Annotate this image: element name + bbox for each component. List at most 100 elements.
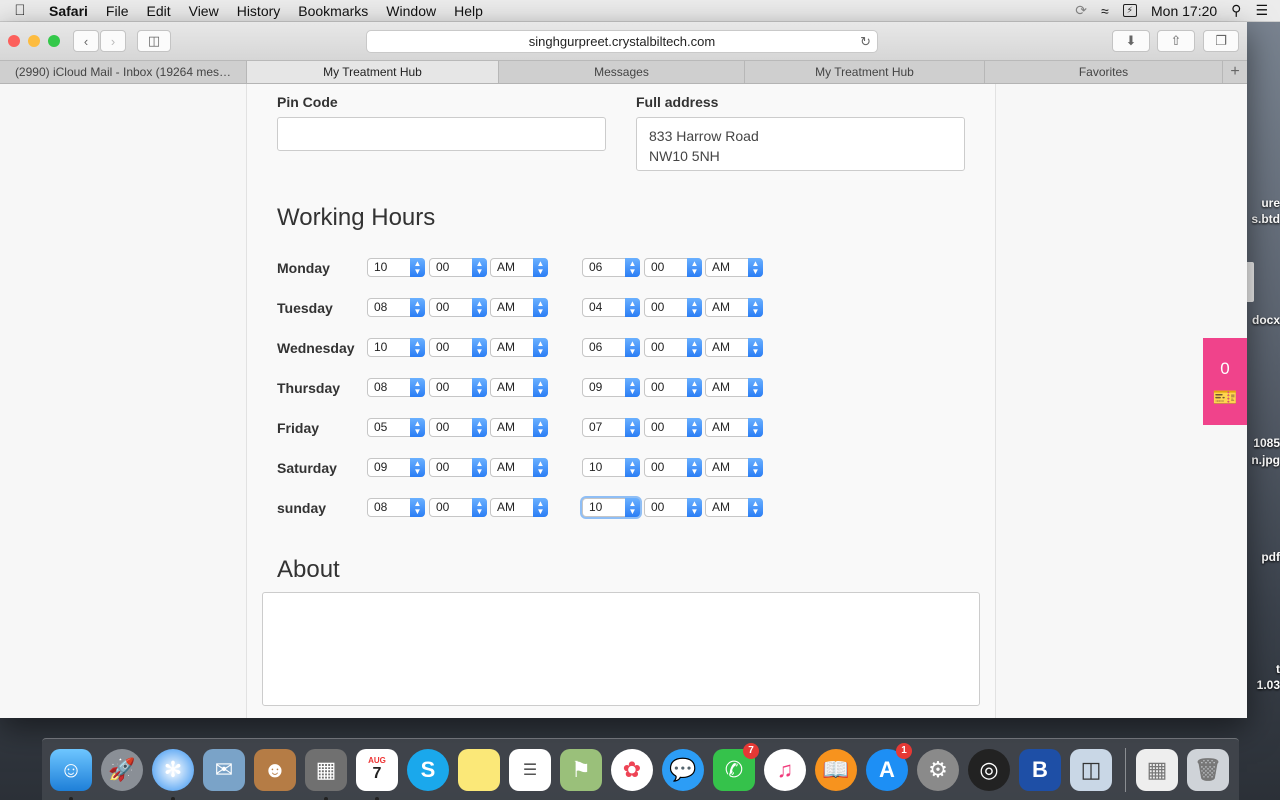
menu-window[interactable]: Window [377, 0, 445, 22]
desktop-file-label[interactable]: s.btd [1251, 212, 1280, 226]
from-hour-select[interactable]: 09 ▲ ▼ [367, 458, 425, 477]
calendar-icon[interactable]: AUG 7 [356, 748, 398, 800]
close-window-icon[interactable] [8, 35, 20, 47]
to-hour-select[interactable]: 09 ▲ ▼ [582, 378, 640, 397]
from-ampm-select[interactable]: AM ▲ ▼ [490, 458, 548, 477]
messages-icon[interactable]: 💬 [662, 748, 704, 791]
system-preferences-icon[interactable]: ⚙ [917, 748, 959, 791]
sidebar-toggle-button[interactable]: ◫ [137, 30, 171, 52]
sync-icon[interactable]: ⟳ [1075, 2, 1087, 19]
tabs-overview-button[interactable]: ❐ [1203, 30, 1239, 52]
from-ampm-select[interactable]: AM ▲ ▼ [490, 418, 548, 437]
share-button[interactable]: ⇧ [1157, 30, 1195, 52]
skype-icon[interactable]: S [407, 748, 449, 791]
to-ampm-select[interactable]: AM ▲ ▼ [705, 458, 763, 477]
about-textarea[interactable] [262, 592, 980, 706]
cart-widget[interactable]: 0 🎫 [1203, 338, 1247, 425]
app-store-icon[interactable]: A1 [866, 742, 912, 791]
tab-my-treatment-hub[interactable]: My Treatment Hub [247, 61, 499, 83]
to-minute-select[interactable]: 00 ▲ ▼ [644, 298, 702, 317]
to-hour-select[interactable]: 07 ▲ ▼ [582, 418, 640, 437]
tab-messages[interactable]: Messages [499, 61, 745, 83]
to-minute-select[interactable]: 00 ▲ ▼ [644, 338, 702, 357]
desktop-file-label[interactable]: 1085 [1253, 436, 1280, 450]
desktop-file-label[interactable]: n.jpg [1251, 453, 1280, 467]
from-hour-select[interactable]: 08 ▲ ▼ [367, 298, 425, 317]
wifi-icon[interactable]: ≈ [1101, 3, 1109, 19]
itunes-icon[interactable]: ♫ [764, 748, 806, 791]
to-ampm-select[interactable]: AM ▲ ▼ [705, 338, 763, 357]
to-minute-select[interactable]: 00 ▲ ▼ [644, 458, 702, 477]
menu-edit[interactable]: Edit [137, 0, 179, 22]
from-minute-select[interactable]: 00 ▲ ▼ [429, 378, 487, 397]
calculator-icon[interactable]: ▦ [305, 748, 347, 800]
facetime-icon[interactable]: ✆ 7 [713, 742, 759, 791]
minimize-window-icon[interactable] [28, 35, 40, 47]
from-minute-select[interactable]: 00 ▲ ▼ [429, 458, 487, 477]
battery-icon[interactable]: ⚡ [1122, 4, 1137, 17]
from-hour-select[interactable]: 10 ▲ ▼ [367, 338, 425, 357]
from-minute-select[interactable]: 00 ▲ ▼ [429, 498, 487, 517]
tab-my-treatment-hub-2[interactable]: My Treatment Hub [745, 61, 985, 83]
menu-app-name[interactable]: Safari [40, 0, 97, 22]
zoom-window-icon[interactable] [48, 35, 60, 47]
from-ampm-select[interactable]: AM ▲ ▼ [490, 338, 548, 357]
to-ampm-select[interactable]: AM ▲ ▼ [705, 298, 763, 317]
photos-icon[interactable]: ✿ [611, 748, 653, 791]
full-address-textarea[interactable]: 833 Harrow Road NW10 5NH [636, 117, 965, 171]
from-minute-select[interactable]: 00 ▲ ▼ [429, 258, 487, 277]
to-hour-select[interactable]: 04 ▲ ▼ [582, 298, 640, 317]
from-ampm-select[interactable]: AM ▲ ▼ [490, 258, 548, 277]
bbedit-icon[interactable]: B [1019, 748, 1061, 791]
from-ampm-select[interactable]: AM ▲ ▼ [490, 298, 548, 317]
tab-favorites[interactable]: Favorites [985, 61, 1223, 83]
desktop-file-label[interactable]: ure [1261, 196, 1280, 210]
menu-clock[interactable]: Mon 17:20 [1151, 3, 1217, 19]
to-ampm-select[interactable]: AM ▲ ▼ [705, 378, 763, 397]
safari-icon[interactable]: ✻ [152, 748, 194, 800]
desktop-file-label[interactable]: pdf [1261, 550, 1280, 564]
from-hour-select[interactable]: 08 ▲ ▼ [367, 378, 425, 397]
to-hour-select[interactable]: 06 ▲ ▼ [582, 258, 640, 277]
from-minute-select[interactable]: 00 ▲ ▼ [429, 338, 487, 357]
to-hour-select[interactable]: 10 ▲ ▼ [582, 498, 640, 517]
menu-bookmarks[interactable]: Bookmarks [289, 0, 377, 22]
tab-icloud-mail[interactable]: (2990) iCloud Mail - Inbox (19264 mes… [0, 61, 247, 83]
to-ampm-select[interactable]: AM ▲ ▼ [705, 258, 763, 277]
to-hour-select[interactable]: 06 ▲ ▼ [582, 338, 640, 357]
back-button[interactable]: ‹ [73, 30, 99, 52]
menu-view[interactable]: View [180, 0, 228, 22]
pin-code-input[interactable] [277, 117, 606, 151]
to-minute-select[interactable]: 00 ▲ ▼ [644, 378, 702, 397]
apple-icon[interactable]:  [0, 2, 40, 19]
to-minute-select[interactable]: 00 ▲ ▼ [644, 498, 702, 517]
file-transfer-icon[interactable]: ◫ [1070, 748, 1112, 791]
to-ampm-select[interactable]: AM ▲ ▼ [705, 498, 763, 517]
trash-icon[interactable]: 🗑 [1187, 748, 1229, 791]
to-hour-select[interactable]: 10 ▲ ▼ [582, 458, 640, 477]
to-minute-select[interactable]: 00 ▲ ▼ [644, 418, 702, 437]
reload-icon[interactable]: ↻ [860, 31, 871, 52]
desktop-file-label[interactable]: 1.03 [1257, 678, 1280, 692]
new-tab-button[interactable]: + [1223, 61, 1247, 83]
from-minute-select[interactable]: 00 ▲ ▼ [429, 298, 487, 317]
calendar-stack-icon[interactable]: ▦ [1136, 748, 1178, 791]
from-ampm-select[interactable]: AM ▲ ▼ [490, 378, 548, 397]
maps-icon[interactable]: ⚑ [560, 748, 602, 791]
from-hour-select[interactable]: 10 ▲ ▼ [367, 258, 425, 277]
reminders-icon[interactable]: ☰ [509, 748, 551, 791]
from-ampm-select[interactable]: AM ▲ ▼ [490, 498, 548, 517]
forward-button[interactable]: › [100, 30, 126, 52]
ibooks-icon[interactable]: 📖 [815, 748, 857, 791]
menu-file[interactable]: File [97, 0, 138, 22]
contacts-icon[interactable]: ☻ [254, 748, 296, 791]
notification-center-icon[interactable]: ☰ [1255, 2, 1268, 19]
from-hour-select[interactable]: 05 ▲ ▼ [367, 418, 425, 437]
spotlight-search-icon[interactable]: ⚲ [1231, 2, 1241, 19]
from-hour-select[interactable]: 08 ▲ ▼ [367, 498, 425, 517]
to-ampm-select[interactable]: AM ▲ ▼ [705, 418, 763, 437]
downloads-button[interactable]: ⬇ [1112, 30, 1150, 52]
desktop-file-label[interactable]: docx [1252, 313, 1280, 327]
siri-icon[interactable]: ◎ [968, 748, 1010, 791]
to-minute-select[interactable]: 00 ▲ ▼ [644, 258, 702, 277]
